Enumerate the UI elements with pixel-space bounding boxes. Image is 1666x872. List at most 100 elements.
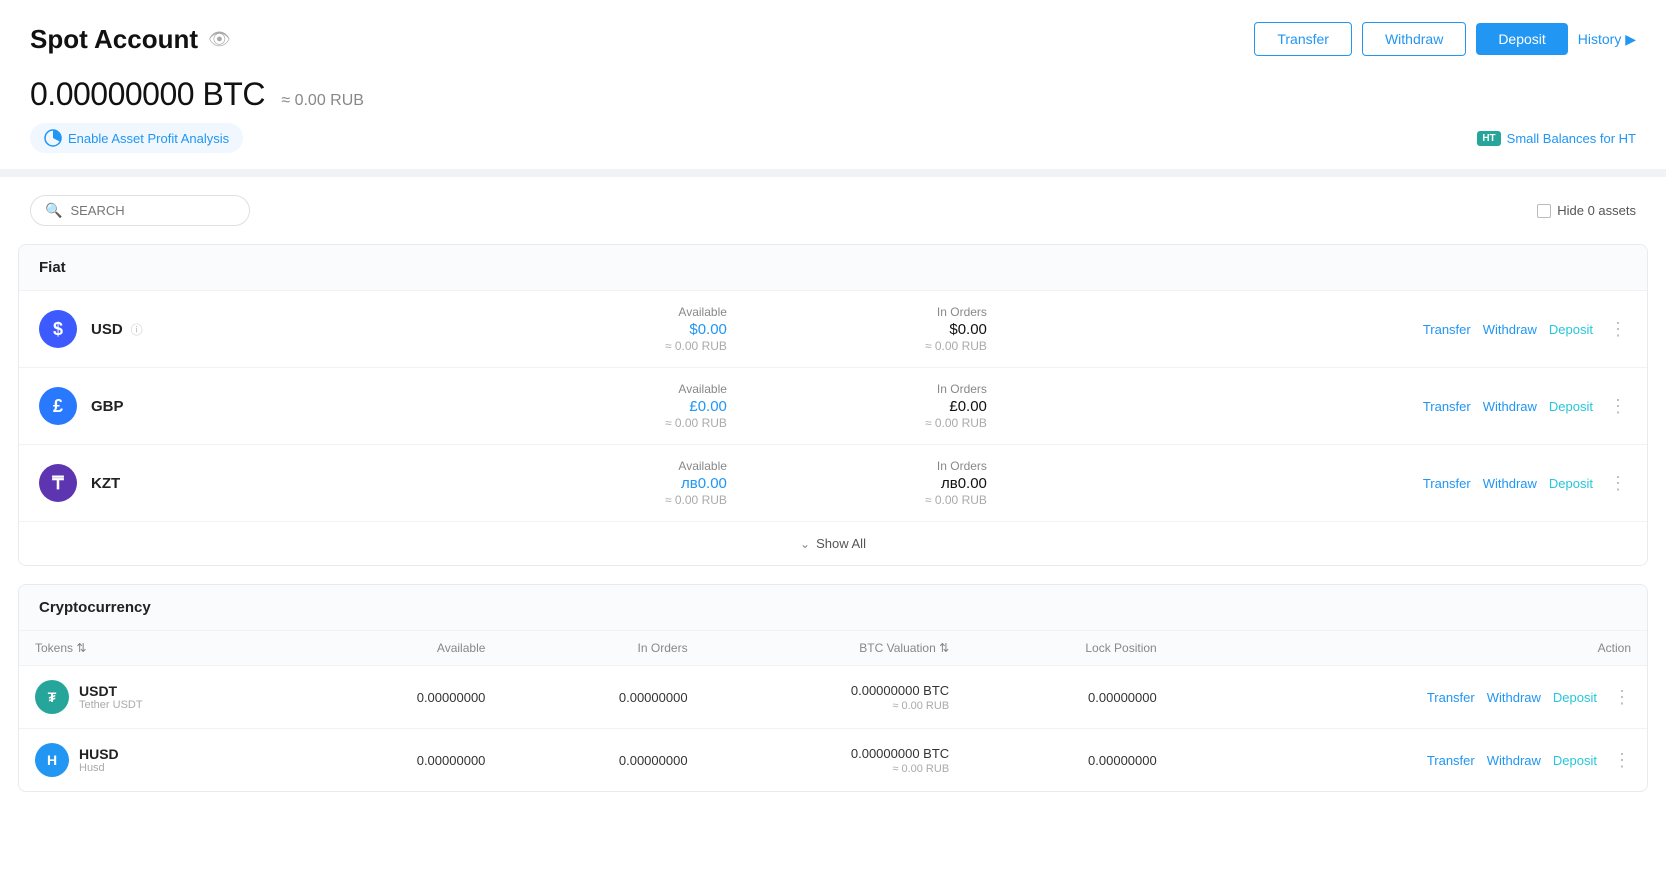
crypto-section: Cryptocurrency Tokens ⇅ Available In Ord… xyxy=(18,584,1648,792)
col-available[interactable]: Available xyxy=(299,631,501,666)
withdraw-button[interactable]: Withdraw xyxy=(1362,22,1466,56)
pie-chart-icon xyxy=(44,129,62,147)
husd-transfer-link[interactable]: Transfer xyxy=(1427,753,1475,768)
husd-withdraw-link[interactable]: Withdraw xyxy=(1487,753,1541,768)
usdt-lock-position: 0.00000000 xyxy=(965,666,1173,729)
col-in-orders[interactable]: In Orders xyxy=(501,631,703,666)
section-divider xyxy=(0,169,1666,177)
usd-transfer-link[interactable]: Transfer xyxy=(1423,322,1471,337)
usdt-transfer-link[interactable]: Transfer xyxy=(1427,690,1475,705)
gbp-orders-col: In Orders £0.00 ≈ 0.00 RUB xyxy=(847,382,987,430)
info-icon[interactable]: ⓘ xyxy=(131,323,143,337)
enable-profit-button[interactable]: Enable Asset Profit Analysis xyxy=(30,123,243,153)
crypto-table: Tokens ⇅ Available In Orders BTC Valuati… xyxy=(19,631,1647,791)
balance-section: 0.00000000 BTC ≈ 0.00 RUB Enable Asset P… xyxy=(0,66,1666,169)
usd-withdraw-link[interactable]: Withdraw xyxy=(1483,322,1537,337)
crypto-table-head: Tokens ⇅ Available In Orders BTC Valuati… xyxy=(19,631,1647,666)
kzt-icon: ₸ xyxy=(39,464,77,502)
usd-icon: $ xyxy=(39,310,77,348)
chevron-down-icon: ⌄ xyxy=(800,537,810,551)
transfer-button[interactable]: Transfer xyxy=(1254,22,1352,56)
usd-middle: Available $0.00 ≈ 0.00 RUB In Orders $0.… xyxy=(191,305,1383,353)
search-icon: 🔍 xyxy=(45,202,62,219)
ht-badge: HT xyxy=(1477,131,1500,146)
husd-deposit-link[interactable]: Deposit xyxy=(1553,753,1597,768)
usdt-deposit-link[interactable]: Deposit xyxy=(1553,690,1597,705)
col-btc-valuation[interactable]: BTC Valuation ⇅ xyxy=(704,631,966,666)
fiat-section: Fiat $ USD ⓘ Available $0.00 ≈ 0.00 RUB … xyxy=(18,244,1648,566)
table-row: ₸ KZT Available лв0.00 ≈ 0.00 RUB In Ord… xyxy=(19,445,1647,522)
hide-zero-toggle[interactable]: Hide 0 assets xyxy=(1537,203,1636,218)
col-lock-position: Lock Position xyxy=(965,631,1173,666)
gbp-available-col: Available £0.00 ≈ 0.00 RUB xyxy=(587,382,727,430)
page-title: Spot Account xyxy=(30,24,198,55)
page-header: Spot Account 👁 Transfer Withdraw Deposit… xyxy=(0,0,1666,66)
balance-sub-row: Enable Asset Profit Analysis HT Small Ba… xyxy=(30,123,1636,153)
show-all-row[interactable]: ⌄ Show All xyxy=(19,522,1647,565)
kzt-actions: Transfer Withdraw Deposit ⋮ xyxy=(1423,473,1627,494)
usdt-icon: ₮ xyxy=(35,680,69,714)
kzt-symbol: KZT xyxy=(91,475,191,492)
header-right: Transfer Withdraw Deposit History ▶ xyxy=(1254,22,1636,56)
husd-token-cell: H HUSD Husd xyxy=(19,729,299,792)
col-tokens[interactable]: Tokens ⇅ xyxy=(19,631,299,666)
gbp-transfer-link[interactable]: Transfer xyxy=(1423,399,1471,414)
usd-actions: Transfer Withdraw Deposit ⋮ xyxy=(1423,319,1627,340)
search-input-wrap[interactable]: 🔍 xyxy=(30,195,250,226)
husd-available: 0.00000000 xyxy=(299,729,501,792)
col-action: Action xyxy=(1173,631,1647,666)
usdt-btc-val: 0.00000000 BTC ≈ 0.00 RUB xyxy=(704,666,966,729)
husd-icon: H xyxy=(35,743,69,777)
header-left: Spot Account 👁 xyxy=(30,24,231,55)
husd-info: HUSD Husd xyxy=(79,746,119,774)
husd-action-cell: Transfer Withdraw Deposit ⋮ xyxy=(1173,729,1647,792)
search-row: 🔍 Hide 0 assets xyxy=(0,177,1666,244)
small-balances-link[interactable]: HT Small Balances for HT xyxy=(1477,131,1636,146)
gbp-actions: Transfer Withdraw Deposit ⋮ xyxy=(1423,396,1627,417)
husd-btc-val: 0.00000000 BTC ≈ 0.00 RUB xyxy=(704,729,966,792)
husd-lock-position: 0.00000000 xyxy=(965,729,1173,792)
gbp-middle: Available £0.00 ≈ 0.00 RUB In Orders £0.… xyxy=(191,382,1383,430)
kzt-orders-col: In Orders лв0.00 ≈ 0.00 RUB xyxy=(847,459,987,507)
eye-icon[interactable]: 👁 xyxy=(208,29,231,50)
kzt-transfer-link[interactable]: Transfer xyxy=(1423,476,1471,491)
kzt-deposit-link[interactable]: Deposit xyxy=(1549,476,1593,491)
crypto-table-body: ₮ USDT Tether USDT 0.00000000 0.00000000… xyxy=(19,666,1647,792)
usdt-in-orders: 0.00000000 xyxy=(501,666,703,729)
kzt-middle: Available лв0.00 ≈ 0.00 RUB In Orders лв… xyxy=(191,459,1383,507)
usdt-action-cell: Transfer Withdraw Deposit ⋮ xyxy=(1173,666,1647,729)
hide-zero-checkbox[interactable] xyxy=(1537,204,1551,218)
search-input[interactable] xyxy=(70,203,235,218)
balance-display: 0.00000000 BTC ≈ 0.00 RUB xyxy=(30,76,1636,113)
table-row: ₮ USDT Tether USDT 0.00000000 0.00000000… xyxy=(19,666,1647,729)
usdt-available: 0.00000000 xyxy=(299,666,501,729)
gbp-more-icon[interactable]: ⋮ xyxy=(1609,396,1627,417)
kzt-available-col: Available лв0.00 ≈ 0.00 RUB xyxy=(587,459,727,507)
table-row: £ GBP Available £0.00 ≈ 0.00 RUB In Orde… xyxy=(19,368,1647,445)
husd-in-orders: 0.00000000 xyxy=(501,729,703,792)
usdt-token-cell: ₮ USDT Tether USDT xyxy=(19,666,299,729)
gbp-deposit-link[interactable]: Deposit xyxy=(1549,399,1593,414)
fiat-section-header: Fiat xyxy=(19,245,1647,291)
usdt-withdraw-link[interactable]: Withdraw xyxy=(1487,690,1541,705)
usdt-info: USDT Tether USDT xyxy=(79,683,143,711)
usd-available-col: Available $0.00 ≈ 0.00 RUB xyxy=(587,305,727,353)
table-row: H HUSD Husd 0.00000000 0.00000000 0.0000… xyxy=(19,729,1647,792)
usd-deposit-link[interactable]: Deposit xyxy=(1549,322,1593,337)
usdt-more-icon[interactable]: ⋮ xyxy=(1613,687,1631,708)
gbp-withdraw-link[interactable]: Withdraw xyxy=(1483,399,1537,414)
usd-more-icon[interactable]: ⋮ xyxy=(1609,319,1627,340)
table-row: $ USD ⓘ Available $0.00 ≈ 0.00 RUB In Or… xyxy=(19,291,1647,368)
deposit-button[interactable]: Deposit xyxy=(1476,23,1567,55)
history-link[interactable]: History ▶ xyxy=(1578,31,1636,48)
kzt-more-icon[interactable]: ⋮ xyxy=(1609,473,1627,494)
usd-symbol: USD ⓘ xyxy=(91,321,191,338)
crypto-section-header: Cryptocurrency xyxy=(19,585,1647,631)
balance-rub: ≈ 0.00 RUB xyxy=(281,92,364,109)
usd-orders-col: In Orders $0.00 ≈ 0.00 RUB xyxy=(847,305,987,353)
husd-more-icon[interactable]: ⋮ xyxy=(1613,750,1631,771)
balance-amount: 0.00000000 BTC xyxy=(30,76,273,112)
gbp-icon: £ xyxy=(39,387,77,425)
gbp-symbol: GBP xyxy=(91,398,191,415)
kzt-withdraw-link[interactable]: Withdraw xyxy=(1483,476,1537,491)
